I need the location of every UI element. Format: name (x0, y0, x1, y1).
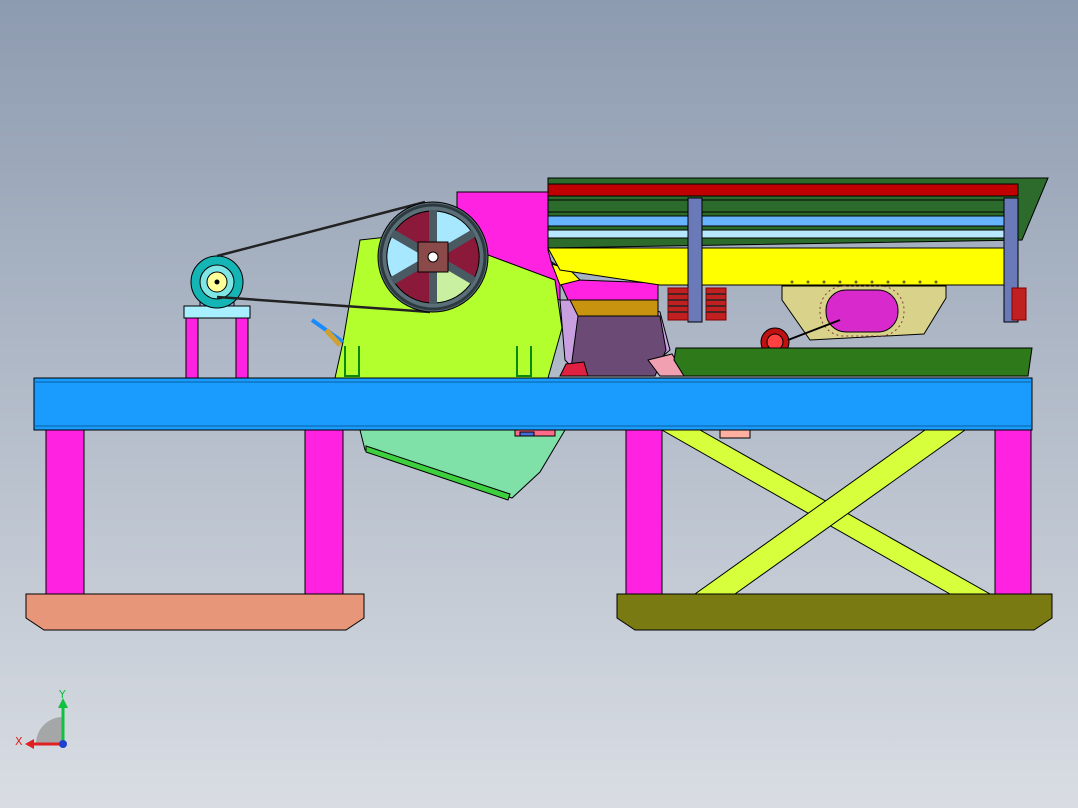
screen-deck-red (547, 183, 1019, 197)
vibrator-window (825, 289, 899, 333)
motor-stand-leg-right (235, 315, 249, 379)
left-leg-inner (304, 429, 344, 595)
cad-viewport[interactable]: Y X (0, 0, 1078, 808)
triad-z-axis (59, 740, 67, 748)
feed-tray (673, 347, 1033, 377)
machine-assembly-drawing: Y X (0, 0, 1078, 808)
flywheel-shaft (427, 251, 439, 263)
left-leg-outer (45, 429, 85, 595)
table-top-beam (33, 377, 1033, 431)
left-base-plate (25, 593, 365, 631)
right-leg-inner (625, 429, 663, 595)
screen-deck-lightblue (547, 229, 1019, 239)
screen-post-left (687, 197, 703, 323)
triad-x-label: X (15, 735, 23, 748)
right-leg-outer (994, 429, 1032, 595)
main-table (33, 377, 1033, 431)
screen-deck-blue (547, 215, 1019, 227)
motor-stand-leg-left (185, 315, 199, 379)
crusher-gold-plate (569, 299, 659, 317)
flywheel (377, 201, 489, 313)
right-base-plate (616, 593, 1053, 631)
triad-y-label: Y (58, 688, 66, 701)
